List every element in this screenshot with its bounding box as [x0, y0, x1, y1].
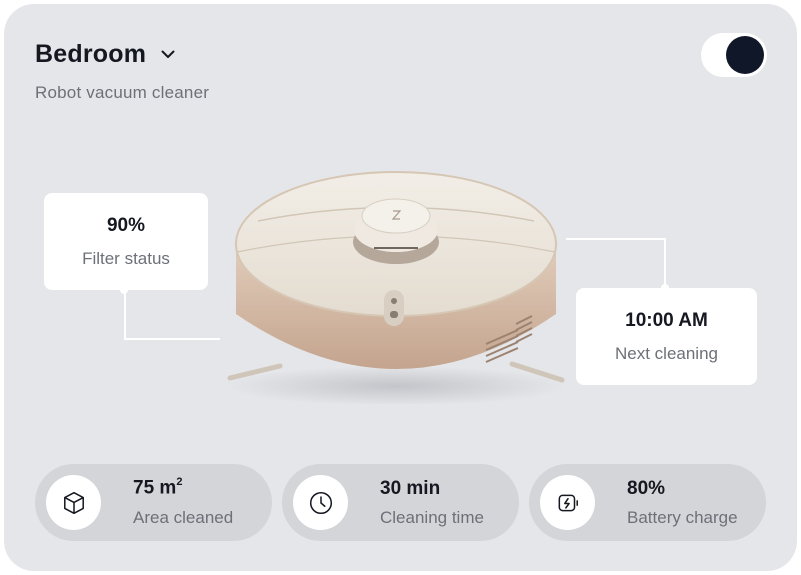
next-cleaning-label: Next cleaning [614, 343, 718, 363]
room-title[interactable]: Bedroom [35, 40, 146, 69]
battery-charge-value: 80% [627, 477, 666, 499]
clock-icon [293, 475, 348, 530]
header: Bedroom Robot vacuum cleaner [35, 40, 209, 103]
filter-status-value: 90% [106, 214, 146, 236]
battery-charge-stat: 80% Battery charge [529, 464, 766, 541]
battery-charging-icon [540, 475, 595, 530]
cube-icon [46, 475, 101, 530]
room-selector[interactable]: Bedroom [35, 40, 209, 69]
power-toggle[interactable] [701, 33, 767, 77]
next-cleaning-callout: 10:00 AM Next cleaning [576, 288, 757, 385]
chevron-down-icon[interactable] [158, 45, 178, 65]
toggle-knob [726, 36, 764, 74]
next-cleaning-value: 10:00 AM [625, 309, 708, 331]
area-cleaned-stat: 75 m2 Area cleaned [35, 464, 272, 541]
filter-connector-line [124, 290, 220, 340]
next-cleaning-connector-line [566, 238, 666, 290]
battery-charge-label: Battery charge [627, 507, 738, 527]
cleaning-time-label: Cleaning time [380, 507, 484, 527]
device-card: Bedroom Robot vacuum cleaner 90% Filter … [4, 4, 797, 571]
cleaning-time-stat: 30 min Cleaning time [282, 464, 519, 541]
filter-status-label: Filter status [82, 248, 170, 268]
area-cleaned-value: 75 m2 [133, 476, 183, 499]
area-cleaned-label: Area cleaned [133, 507, 234, 527]
cleaning-time-value: 30 min [380, 477, 441, 499]
device-subtitle: Robot vacuum cleaner [35, 83, 210, 102]
robot-vacuum-image [226, 171, 566, 404]
filter-status-callout: 90% Filter status [44, 193, 208, 290]
